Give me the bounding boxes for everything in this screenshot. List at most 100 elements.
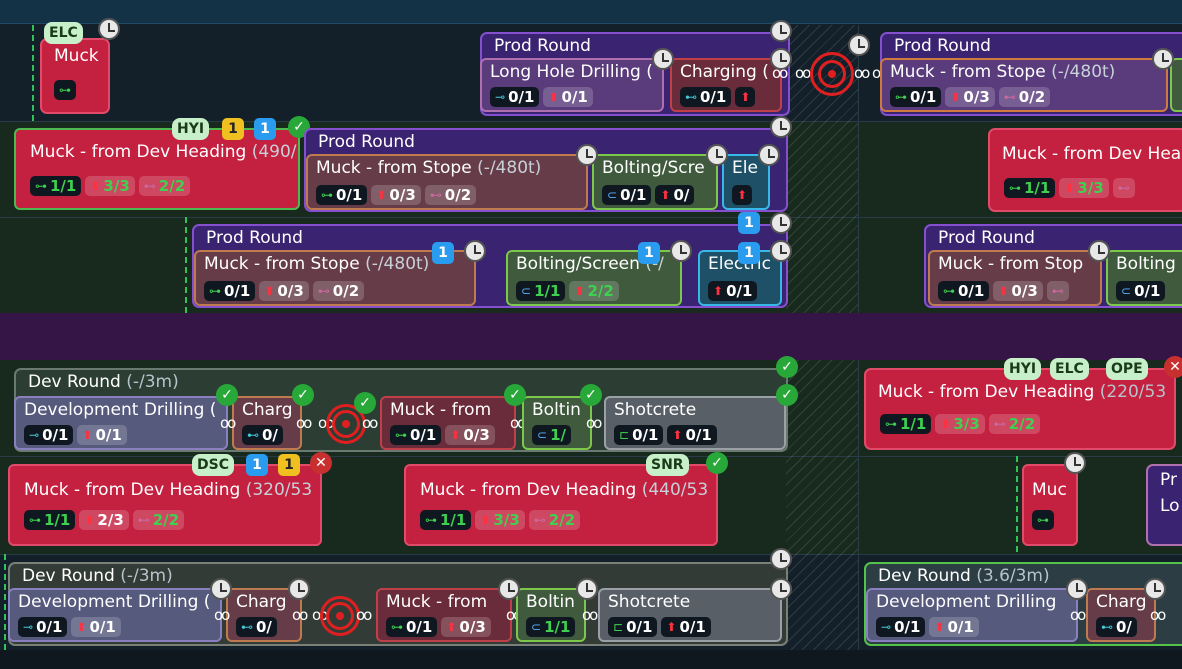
bolter-icon: ⊂ — [607, 188, 618, 202]
arrow-up-icon: ⬆ — [737, 188, 748, 202]
task-muck-from[interactable]: Muck - from ⊶ 0/1 ⬆ 0/3 — [376, 588, 512, 642]
task-bolting[interactable]: Boltin ⊂ 1/1 — [516, 588, 586, 642]
block-title: Dev Round (3.6/3m) — [878, 566, 1050, 586]
clock-icon[interactable] — [576, 578, 598, 600]
truck-chip: ⊷ 0/2 — [312, 281, 365, 301]
task-label: Charg — [236, 592, 287, 612]
clock-icon[interactable] — [576, 144, 598, 166]
task-label: Development Drilling ( — [24, 400, 217, 420]
task-shotcrete[interactable]: Shotcrete ⊏ 0/1 ⬆ 0/1 — [604, 396, 786, 450]
clock-icon[interactable] — [1152, 48, 1174, 70]
clock-icon[interactable] — [210, 578, 232, 600]
arrow-chip: ⬆ 2/3 — [79, 510, 129, 530]
clock-icon[interactable] — [758, 144, 780, 166]
clock-icon[interactable] — [498, 578, 520, 600]
task-charging[interactable]: Charging ( ⊷ 0/1 ⬆ — [670, 58, 782, 112]
arrow-chip: ⬆ 0/3 — [945, 87, 995, 107]
task-label: Bolting/Scre — [602, 158, 705, 178]
drill-chip: ⊸ 0/1 — [490, 87, 540, 107]
chip-value: 0/1 — [910, 88, 937, 106]
drill-icon: ⊸ — [881, 620, 892, 634]
arrow-chip: ⬆ 0/1 — [543, 87, 593, 107]
task-muck-from[interactable]: Muck - from ⊶ 0/1 ⬆ 0/3 — [380, 396, 516, 450]
clock-icon[interactable] — [1064, 452, 1086, 474]
chip-value: 0/3 — [963, 88, 990, 106]
chip-value: 0/1 — [947, 618, 974, 636]
task-long-hole-drilling[interactable]: Long Hole Drilling ( ⊸ 0/1 ⬆ 0/1 — [480, 58, 664, 112]
task-development-drilling[interactable]: Development Drilling ⊸ 0/1 ⬆ 0/1 — [866, 588, 1078, 642]
clock-icon[interactable] — [1088, 240, 1110, 262]
clock-icon[interactable] — [1066, 578, 1088, 600]
task-development-drilling[interactable]: Development Drilling ( ⊸ 0/1 ⬆ 0/1 — [14, 396, 228, 450]
bolter-icon: ⊂ — [537, 428, 548, 442]
arrow-chip: ⬆ 0/1 — [661, 617, 711, 637]
clock-icon[interactable] — [464, 240, 486, 262]
arrow-chip: ⬆ 0/3 — [371, 185, 421, 205]
task-shotcrete[interactable]: Shotcrete ⊏ 0/1 ⬆ 0/1 — [598, 588, 782, 642]
bolter-icon: ⊂ — [1121, 284, 1132, 298]
task-bolting[interactable]: Boltin ⊂ 1/ — [522, 396, 592, 450]
chip-value: 0/2 — [1018, 88, 1046, 106]
arrow-up-icon: ⬆ — [666, 620, 677, 634]
clock-icon[interactable] — [288, 578, 310, 600]
task-bolting-screen[interactable]: Bolting/Scre ⊂ 0/1 ⬆ 0/ — [592, 154, 718, 210]
arrow-chip: ⬆ 0/1 — [71, 617, 121, 637]
loader-chip: ⊶ 0/1 — [386, 617, 438, 637]
task-muck-stope[interactable]: Muck - from Stop ⊶ 0/1 ⬆ 0/3 ⊷ — [928, 250, 1102, 306]
clock-icon[interactable] — [770, 116, 792, 138]
task-muck-stope[interactable]: Muck - from Stope (-/480t) ⊶ 0/1 ⬆ 0/3 ⊷ 0/… — [880, 58, 1168, 112]
task-muck-dev-heading[interactable]: Muck - from Dev Heading (440/53 ⊶ 1/1 ⬆ 3/… — [404, 464, 718, 546]
timeline-header — [0, 0, 1182, 24]
loader-chip: ⊶ 1/1 — [420, 510, 472, 530]
task-muck-dev-heading[interactable]: Muck - from Dev Heading (490/ ⊶ 1/1 ⬆ 3/3 … — [14, 128, 300, 210]
target-icon[interactable] — [810, 52, 854, 96]
bolter-chip: ⊂ 0/1 — [1116, 281, 1166, 301]
task-charging[interactable]: Charg ⊷ 0/ — [1086, 588, 1156, 642]
chip-value: 3/3 — [493, 511, 520, 529]
truck-chip: ⊷ 2/2 — [138, 176, 191, 196]
charger-chip: ⊷ 0/1 — [680, 87, 732, 107]
chip-value: 3/3 — [103, 177, 130, 195]
dependency-line — [32, 25, 34, 121]
clock-icon[interactable] — [770, 548, 792, 570]
clock-icon[interactable] — [706, 144, 728, 166]
prod-round-block[interactable]: Pr Lo — [1146, 464, 1182, 546]
task-development-drilling[interactable]: Development Drilling ( ⊸ 0/1 ⬆ 0/1 — [8, 588, 222, 642]
task-muck-dev-heading[interactable]: Muck - from Dev Heading (320/53 ⊶ 1/1 ⬆ 2/… — [8, 464, 322, 546]
muck-dev-heading-block[interactable]: Muck - from Dev Hea ⊶ 1/1 ⬆ 3/3 ⊷ — [988, 128, 1182, 212]
dependency-line — [1016, 456, 1018, 552]
clock-icon[interactable] — [770, 578, 792, 600]
clock-icon[interactable] — [1144, 578, 1166, 600]
muck-dev-heading-block[interactable]: Muck - from Dev Heading (220/53 ⊶ 1/1 ⬆ 3/… — [864, 368, 1176, 450]
arrow-up-icon: ⬆ — [90, 179, 101, 193]
chip-value: 0/1 — [410, 426, 437, 444]
clock-icon[interactable] — [652, 48, 674, 70]
clock-icon[interactable] — [670, 240, 692, 262]
clock-icon[interactable] — [770, 240, 792, 262]
task-partial[interactable] — [1170, 58, 1182, 112]
task-charging[interactable]: Charg ⊷ 0/ — [232, 396, 302, 450]
arrow-up-icon: ⬆ — [1064, 181, 1075, 195]
link-icon: oo — [1070, 606, 1086, 624]
task-muck[interactable]: Muc ⊶ — [1022, 464, 1078, 546]
task-bolting[interactable]: Bolting ⊂ 0/1 — [1106, 250, 1182, 306]
target-icon[interactable] — [320, 596, 360, 636]
chip-value: 0/3 — [459, 618, 486, 636]
clock-icon[interactable] — [98, 18, 120, 40]
block-title: Prod Round — [494, 36, 591, 56]
chip-value: 0/1 — [726, 282, 753, 300]
link-icon: oo — [214, 606, 230, 624]
task-label: Boltin — [526, 592, 575, 612]
block-range: (3.6/3m) — [976, 566, 1050, 586]
chip-value: 1/1 — [50, 177, 77, 195]
truck-chip: ⊷ 0/2 — [998, 87, 1051, 107]
arrow-up-icon: ⬆ — [713, 284, 724, 298]
task-muck-stope[interactable]: Muck - from Stope (-/480t) ⊶ 0/1 ⬆ 0/3 ⊷ 0/… — [306, 154, 588, 210]
chip-value: 0/ — [262, 426, 278, 444]
task-name: Muck - from Dev Heading — [24, 480, 241, 500]
count-badge: 1 — [278, 454, 300, 476]
clock-icon[interactable] — [848, 34, 870, 56]
clock-icon[interactable] — [770, 212, 792, 234]
muck-block[interactable]: Muck ⊶ — [40, 38, 110, 114]
clock-icon[interactable] — [770, 20, 792, 42]
